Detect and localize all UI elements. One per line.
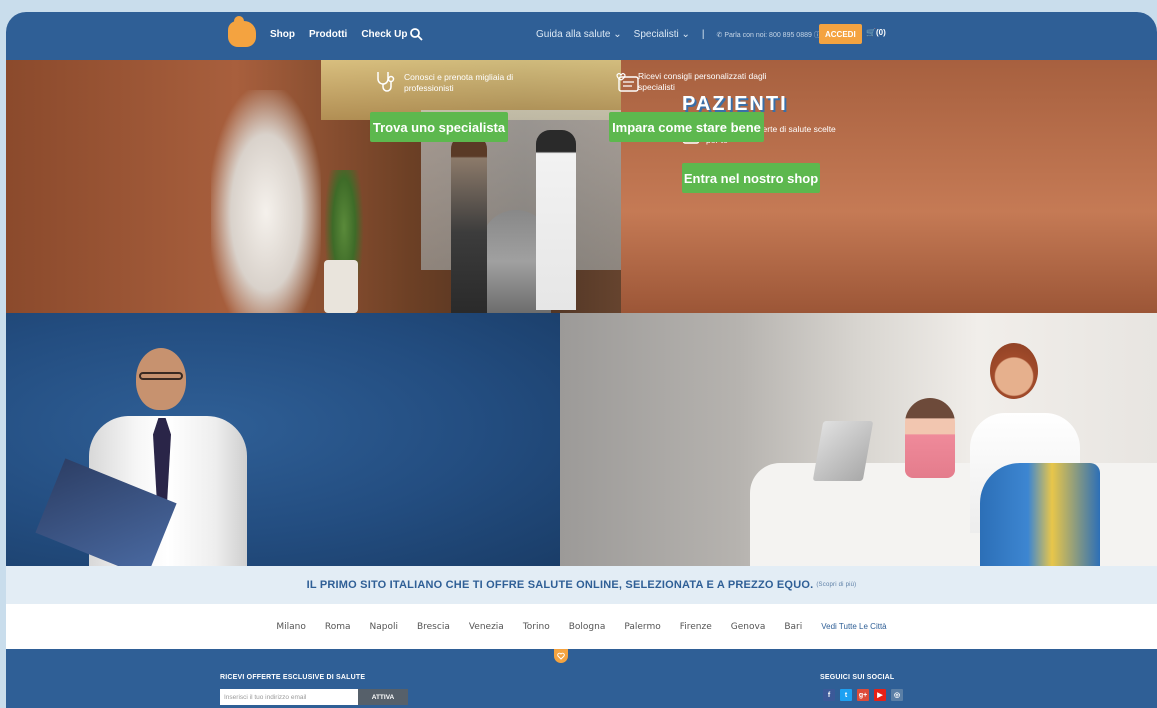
city-link[interactable]: Palermo — [624, 622, 660, 632]
phone-contact[interactable]: ✆ Parla con noi: 800 895 0889 ⓘ — [716, 30, 820, 40]
all-cities-link[interactable]: Vedi Tutte Le Città — [821, 622, 886, 631]
nav-guida[interactable]: Guida alla salute ⌄ — [536, 29, 622, 40]
heart-icon — [557, 652, 565, 660]
chevron-down-icon: ⌄ — [613, 29, 622, 40]
youtube-icon[interactable]: ▶ — [874, 689, 886, 701]
doctor-photo — [35, 348, 251, 566]
city-link[interactable]: Genova — [731, 622, 766, 632]
social-links: f t g+ ▶ ◎ — [823, 689, 903, 701]
cart-count: (0) — [875, 28, 886, 37]
family-photo-laptop — [812, 421, 874, 481]
hero-photo-blurred-person — [211, 90, 321, 313]
find-specialist-button[interactable]: Trova uno specialista — [370, 112, 508, 142]
hero-photo-pot — [324, 260, 358, 313]
specialist-panel — [6, 313, 560, 566]
newsletter-subscribe-button[interactable]: ATTIVA — [358, 689, 408, 705]
footer: RICEVI OFFERTE ESCLUSIVE DI SALUTE ATTIV… — [6, 649, 1157, 708]
city-link[interactable]: Bologna — [569, 622, 606, 632]
cart-icon: 🛒 — [866, 28, 876, 37]
search-icon[interactable] — [409, 27, 423, 41]
family-photo-boy — [980, 463, 1100, 566]
heart-badge-icon — [554, 649, 568, 663]
city-link[interactable]: Roma — [325, 622, 351, 632]
hero-photo-patient — [451, 135, 487, 313]
nav-separator: | — [701, 29, 705, 40]
cart-link[interactable]: 🛒(0) — [866, 28, 886, 37]
tagline-bar: IL PRIMO SITO ITALIANO CHE TI OFFRE SALU… — [6, 566, 1157, 604]
instagram-icon[interactable]: ◎ — [891, 689, 903, 701]
shop-button[interactable]: Entra nel nostro shop — [682, 163, 820, 193]
family-photo-girl — [905, 398, 955, 478]
learn-wellness-button[interactable]: Impara come stare bene — [609, 112, 764, 142]
hero-banner — [6, 60, 1157, 313]
tagline-text: IL PRIMO SITO ITALIANO CHE TI OFFRE SALU… — [306, 579, 814, 591]
newsletter-email-input[interactable] — [220, 689, 358, 705]
newsletter-title: RICEVI OFFERTE ESCLUSIVE DI SALUTE — [220, 674, 366, 681]
login-button[interactable]: ACCEDI — [819, 24, 862, 44]
city-link[interactable]: Bari — [784, 622, 802, 632]
facebook-icon[interactable]: f — [823, 689, 835, 701]
nav-specialisti[interactable]: Specialisti ⌄ — [634, 29, 690, 40]
logo[interactable] — [228, 16, 256, 47]
city-link[interactable]: Torino — [523, 622, 550, 632]
care-chat-icon — [616, 72, 639, 92]
city-link[interactable]: Brescia — [417, 622, 450, 632]
city-link[interactable]: Milano — [276, 622, 306, 632]
nav-specialisti-label: Specialisti — [633, 29, 679, 40]
google-plus-icon[interactable]: g+ — [857, 689, 869, 701]
main-menu: Shop Prodotti Check Up — [270, 29, 407, 40]
chevron-down-icon: ⌄ — [681, 29, 690, 40]
twitter-icon[interactable]: t — [840, 689, 852, 701]
nav-prodotti[interactable]: Prodotti — [309, 29, 347, 40]
nav-shop[interactable]: Shop — [270, 29, 295, 40]
care-panel — [560, 313, 1157, 566]
tagline-more-link[interactable]: (Scopri di più) — [816, 582, 856, 588]
secondary-menu: Guida alla salute ⌄ Specialisti ⌄ | ✆ Pa… — [536, 29, 821, 40]
city-link[interactable]: Venezia — [469, 622, 504, 632]
nav-checkup[interactable]: Check Up — [361, 29, 407, 40]
phone-number: Parla con noi: 800 895 0889 — [724, 31, 812, 39]
specialist-description: Conosci e prenota migliaia di profession… — [404, 72, 514, 93]
browser-frame: Shop Prodotti Check Up Guida alla salute… — [6, 12, 1157, 708]
mother-head — [990, 343, 1038, 399]
top-navigation: Shop Prodotti Check Up Guida alla salute… — [6, 12, 1157, 60]
social-title: SEGUICI SUI SOCIAL — [820, 674, 895, 681]
stethoscope-icon — [377, 72, 395, 92]
city-link[interactable]: Firenze — [680, 622, 712, 632]
cities-bar: Milano Roma Napoli Brescia Venezia Torin… — [6, 604, 1157, 649]
city-link[interactable]: Napoli — [370, 622, 398, 632]
phone-icon: ✆ — [716, 31, 723, 39]
nav-guida-label: Guida alla salute — [536, 29, 611, 40]
care-description: Ricevi consigli personalizzati dagli spe… — [638, 71, 767, 92]
hero-photo-doctor — [536, 130, 576, 310]
doctor-glasses — [139, 372, 183, 380]
